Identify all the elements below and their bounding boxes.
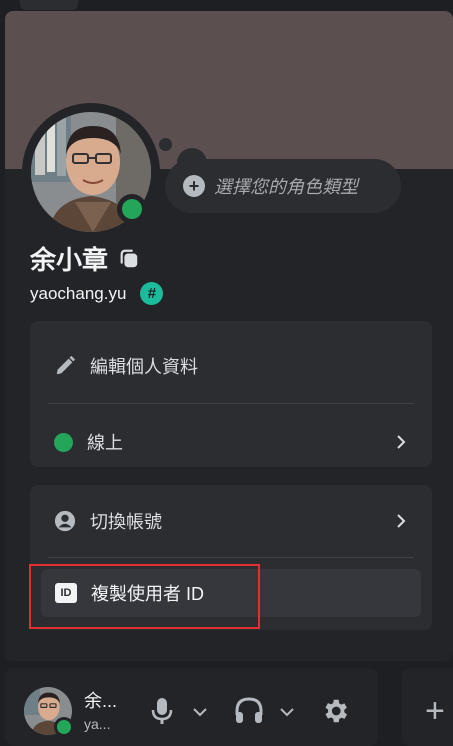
profile-actions-card: 編輯個人資料 線上: [30, 321, 432, 467]
account-actions-card: 切換帳號 ID 複製使用者 ID: [30, 485, 432, 630]
user-panel: 余... ya...: [5, 668, 378, 746]
user-panel-name: 余...: [84, 691, 118, 711]
id-card-icon: ID: [55, 583, 77, 603]
edit-profile-button[interactable]: 編輯個人資料: [30, 336, 432, 396]
user-profile-popout: + 選擇您的角色類型 余小章 yaochang.yu # 編輯個人資料 線上 切…: [5, 11, 453, 661]
chevron-right-icon: [397, 514, 406, 528]
copy-user-id-label: 複製使用者 ID: [91, 584, 205, 604]
copy-icon[interactable]: [118, 248, 140, 270]
display-name: 余小章: [30, 240, 140, 277]
status-button[interactable]: 線上: [30, 412, 432, 472]
account-icon: [54, 510, 76, 532]
edit-profile-label: 編輯個人資料: [90, 357, 198, 377]
hash-badge-icon[interactable]: #: [140, 282, 164, 305]
thought-bubble-dot: [159, 138, 172, 151]
copy-user-id-button[interactable]: ID 複製使用者 ID: [41, 569, 421, 617]
switch-account-label: 切換帳號: [90, 512, 162, 532]
user-panel-username: ya...: [84, 716, 111, 732]
username-text: yaochang.yu: [30, 283, 127, 303]
user-panel-status-indicator: [54, 717, 74, 737]
pencil-icon: [56, 355, 76, 375]
role-prompt-text: 選擇您的角色類型: [214, 177, 358, 197]
headphones-icon[interactable]: [234, 697, 264, 725]
chevron-down-icon[interactable]: [279, 706, 295, 718]
microphone-icon[interactable]: [150, 697, 174, 725]
menu-divider: [48, 557, 414, 558]
add-circle-icon: +: [183, 175, 205, 197]
status-label: 線上: [87, 433, 123, 453]
username-row: yaochang.yu #: [30, 282, 164, 305]
chevron-down-icon[interactable]: [192, 706, 208, 718]
background-channel-fragment: [20, 0, 78, 10]
online-status-indicator: [117, 194, 147, 224]
role-selector-bubble[interactable]: + 選擇您的角色類型: [165, 159, 401, 213]
switch-account-button[interactable]: 切換帳號: [30, 491, 432, 551]
add-icon[interactable]: +: [425, 694, 445, 728]
menu-divider: [48, 403, 414, 404]
chevron-right-icon: [397, 435, 406, 449]
display-name-text: 余小章: [30, 245, 109, 275]
gear-icon[interactable]: [320, 696, 350, 726]
online-dot-icon: [54, 432, 73, 452]
